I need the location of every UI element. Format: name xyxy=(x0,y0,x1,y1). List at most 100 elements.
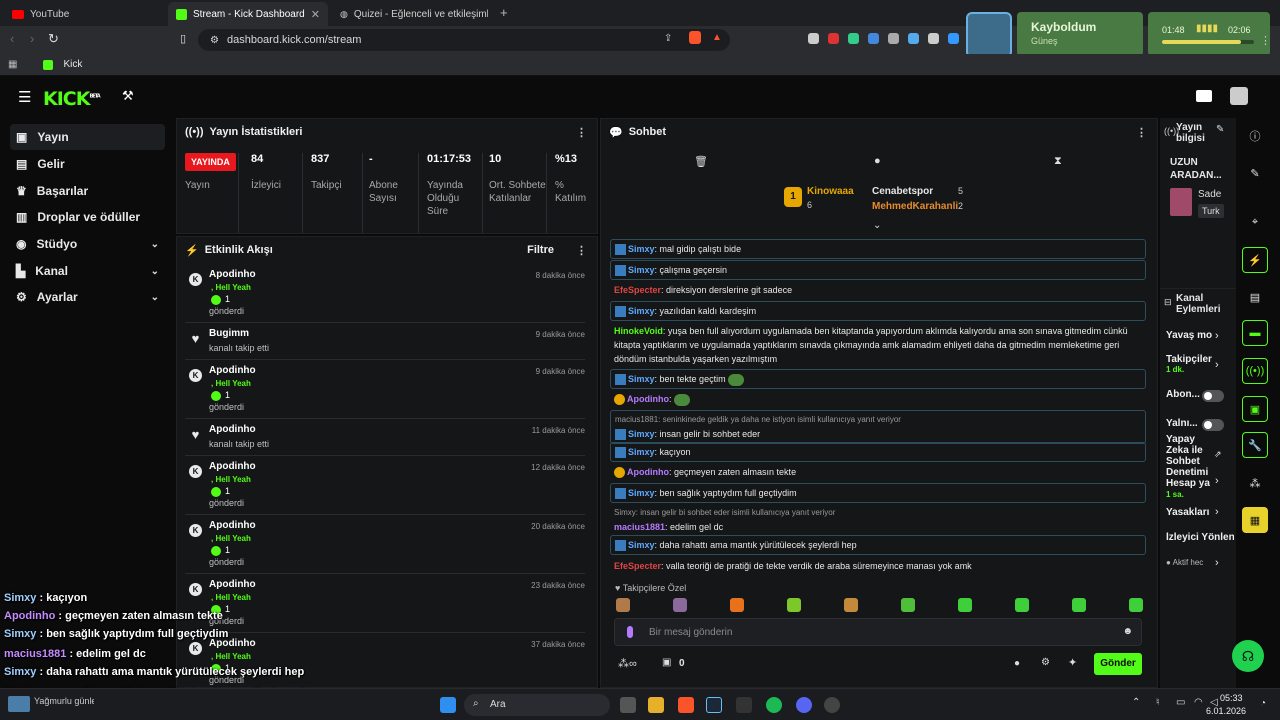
new-tab-button[interactable]: + xyxy=(500,5,508,20)
kebab-menu-icon[interactable]: ⋮ xyxy=(576,126,587,139)
sidebar-item-yayin[interactable]: ▣ Yayın xyxy=(10,124,165,150)
wrench-icon[interactable]: 🔧 xyxy=(1242,432,1268,458)
epic-games-icon[interactable] xyxy=(736,697,752,713)
back-icon[interactable]: ‹ xyxy=(10,31,14,46)
menu-icon[interactable]: ☰ xyxy=(18,88,31,106)
event-username[interactable]: Apodinho xyxy=(209,424,256,435)
filter-button[interactable]: Filtre xyxy=(527,244,554,256)
chat-bubble-icon[interactable]: ● xyxy=(1014,658,1020,669)
chat-message[interactable]: Simxy: çalışma geçersin xyxy=(610,260,1146,280)
forward-icon[interactable]: › xyxy=(30,31,34,46)
chat-message[interactable]: macius1881: seninkinede geldik ya daha n… xyxy=(610,410,1146,444)
apps-grid-icon[interactable]: ▦ xyxy=(8,59,17,70)
kebab-menu-icon[interactable]: ⋮ xyxy=(1136,126,1147,139)
obs-icon[interactable] xyxy=(824,697,840,713)
category-thumbnail[interactable] xyxy=(1170,188,1192,216)
sidebar-item-basarilar[interactable]: ♛ Başarılar xyxy=(10,178,165,204)
chat-message[interactable]: Apodinho: xyxy=(610,390,1146,408)
share-icon[interactable]: ⇪ xyxy=(664,33,672,44)
points-icon[interactable]: ⁂∞ xyxy=(618,657,637,670)
chat-username[interactable]: Simxy xyxy=(628,265,655,275)
emote-icon[interactable] xyxy=(1129,598,1143,612)
sidebar-item-kanal[interactable]: ▙ Kanal ⌄ xyxy=(10,258,165,284)
browser-menu-icon[interactable]: ⋮ xyxy=(1260,34,1271,47)
event-username[interactable]: Apodinho xyxy=(209,579,256,590)
kick-logo[interactable]: KICKBETA xyxy=(43,88,101,110)
file-explorer-icon[interactable] xyxy=(648,697,664,713)
external-link-icon[interactable]: ⇗ xyxy=(1214,449,1222,460)
brave-icon[interactable] xyxy=(678,697,694,713)
gear-icon[interactable]: ⚙ xyxy=(1041,657,1050,668)
avatar[interactable] xyxy=(1230,87,1248,105)
discord-icon[interactable] xyxy=(796,697,812,713)
emoji-icon[interactable]: ☻ xyxy=(1122,626,1133,637)
site-settings-icon[interactable]: ⚙ xyxy=(210,35,219,46)
chat-message[interactable]: Apodinho: geçmeyen zaten almasın tekte xyxy=(610,463,1146,481)
chat-username[interactable]: Simxy xyxy=(628,374,655,384)
chat-username[interactable]: HinokeVoid xyxy=(614,326,663,336)
extension-icon[interactable] xyxy=(808,33,819,44)
kebab-menu-icon[interactable]: ⋮ xyxy=(576,244,587,257)
info-icon[interactable]: ⓘ xyxy=(1242,123,1268,149)
chat-username[interactable]: Simxy xyxy=(628,447,655,457)
hammer-icon[interactable]: ⚒ xyxy=(122,88,134,104)
hourglass-icon[interactable]: ⧗ xyxy=(1054,155,1062,168)
extension-icon[interactable] xyxy=(888,33,899,44)
tab-youtube[interactable]: YouTube xyxy=(4,2,164,26)
action-raid[interactable]: İzleyici Yönlend xyxy=(1166,532,1234,543)
steam-icon[interactable] xyxy=(706,697,722,713)
chat-message[interactable]: EfeSpecter: direksiyon derslerine git sa… xyxy=(610,281,1146,299)
chat-username[interactable]: Simxy xyxy=(628,429,655,439)
event-username[interactable]: Apodinho xyxy=(209,520,256,531)
action-ai-moderation[interactable]: Yapay Zeka ile Sohbet Denetimi Hesap ya 1… xyxy=(1166,434,1212,500)
extension-icon[interactable] xyxy=(948,33,959,44)
clapper-icon[interactable]: ▦ xyxy=(1242,507,1268,533)
bookmark-icon[interactable]: ▯ xyxy=(180,32,186,45)
share-nodes-icon[interactable]: ⁂ xyxy=(1242,470,1268,496)
emote-icon[interactable] xyxy=(730,598,744,612)
sidebar-item-gelir[interactable]: ▤ Gelir xyxy=(10,151,165,177)
chat-username[interactable]: EfeSpecter xyxy=(614,561,661,571)
chat-username[interactable]: EfeSpecter xyxy=(614,285,661,295)
chevron-right-icon[interactable]: › xyxy=(1215,330,1219,342)
chat-bubble-icon[interactable]: ● xyxy=(874,155,881,167)
webcam-preview[interactable] xyxy=(966,12,1012,58)
subscribers-only-toggle[interactable] xyxy=(1202,390,1224,402)
lightning-icon[interactable]: ⚡ xyxy=(1242,247,1268,273)
clock-time[interactable]: 05:33 xyxy=(1220,693,1243,703)
layout-icon[interactable]: ▣ xyxy=(1242,396,1268,422)
chat-username[interactable]: Simxy xyxy=(628,306,655,316)
chat-message[interactable]: EfeSpecter: valla teoriği de pratiği de … xyxy=(610,557,1146,575)
chat-bubble-icon[interactable]: ▬ xyxy=(1242,320,1268,346)
chevron-right-icon[interactable]: › xyxy=(1215,359,1219,371)
chat-message[interactable]: Simxy: yazılıdan kaldı kardeşim xyxy=(610,301,1146,321)
gift-box-icon[interactable]: ▣ xyxy=(662,657,671,668)
reload-icon[interactable]: ↻ xyxy=(48,31,59,47)
brave-rewards-icon[interactable]: ▲ xyxy=(712,32,722,43)
url-field[interactable]: ⚙ dashboard.kick.com/stream xyxy=(198,29,730,51)
chat-username[interactable]: Apodinho xyxy=(627,467,669,477)
extension-icon[interactable] xyxy=(848,33,859,44)
sidebar-item-droplar[interactable]: ▥ Droplar ve ödüller xyxy=(10,204,165,230)
emote-icon[interactable] xyxy=(1015,598,1029,612)
emote-icon[interactable] xyxy=(901,598,915,612)
broadcast-icon[interactable]: ((•)) xyxy=(1242,358,1268,384)
edit-icon[interactable]: ✎ xyxy=(1216,124,1224,135)
chat-message[interactable]: Simxy: daha rahattı ama mantık yürütülec… xyxy=(610,535,1146,555)
trash-icon[interactable]: 🗑 xyxy=(694,155,708,168)
progress-track[interactable] xyxy=(1162,40,1254,44)
event-username[interactable]: Bugimm xyxy=(209,328,249,339)
event-username[interactable]: Apodinho xyxy=(209,365,256,376)
extension-icon[interactable] xyxy=(908,33,919,44)
brave-shield-icon[interactable] xyxy=(689,31,701,44)
emote-icon[interactable]: ✦ xyxy=(1068,656,1077,669)
target-icon[interactable]: ⌖ xyxy=(1242,209,1268,235)
leader-3-name[interactable]: MehmedKarahanli xyxy=(872,201,958,212)
sidebar-item-studyo[interactable]: ◉ Stüdyo ⌄ xyxy=(10,231,165,257)
taskbar-search[interactable]: ⌕ Ara xyxy=(464,694,610,716)
kick-square-icon[interactable] xyxy=(1196,90,1212,102)
emote-icon[interactable] xyxy=(616,598,630,612)
leader-2-name[interactable]: Cenabetspor xyxy=(872,186,933,197)
chevron-right-icon[interactable]: › xyxy=(1215,557,1219,569)
edit-icon[interactable]: ✎ xyxy=(1242,160,1268,186)
